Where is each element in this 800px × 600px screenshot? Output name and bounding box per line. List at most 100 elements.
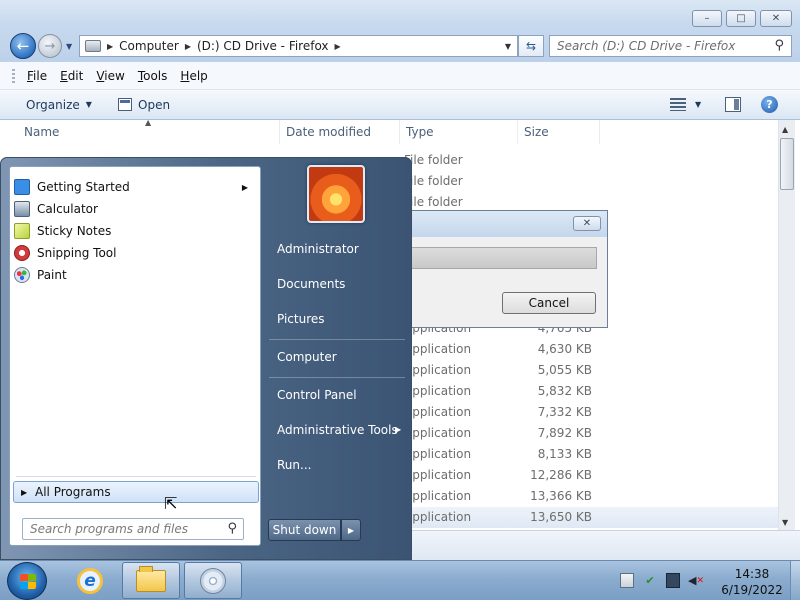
file-type: File folder xyxy=(404,174,463,188)
address-dropdown-icon[interactable]: ▼ xyxy=(505,42,511,51)
column-type[interactable]: Type xyxy=(400,120,518,144)
search-icon[interactable]: ⚲ xyxy=(227,521,237,536)
action-center-flag-icon[interactable] xyxy=(620,573,634,588)
start-button[interactable] xyxy=(7,562,47,600)
vertical-scrollbar[interactable]: ▲ ▼ xyxy=(778,120,795,530)
view-options-dropdown[interactable]: ▼ xyxy=(695,100,701,109)
chevron-down-icon: ▼ xyxy=(85,100,92,109)
taskbar-internet-explorer[interactable]: e xyxy=(61,562,119,599)
breadcrumb-chevron-icon[interactable]: ▶ xyxy=(185,42,191,51)
submenu-arrow-icon: ▶ xyxy=(241,182,248,192)
column-type-label: Type xyxy=(406,125,434,139)
start-item-run[interactable]: Run... xyxy=(277,458,311,472)
places-divider xyxy=(269,377,405,378)
shutdown-options-button[interactable]: ▶ xyxy=(341,519,361,541)
scroll-up-icon[interactable]: ▲ xyxy=(782,125,788,134)
menu-file[interactable]: File xyxy=(27,69,47,83)
menu-edit[interactable]: Edit xyxy=(60,69,83,83)
volume-muted-icon[interactable]: ◀ ✕ xyxy=(688,573,704,588)
file-type: Application xyxy=(404,384,472,398)
search-box[interactable]: ⚲ xyxy=(549,35,792,57)
start-item-pictures[interactable]: Pictures xyxy=(277,312,325,326)
menu-bar: File Edit View Tools Help xyxy=(0,62,800,90)
chevron-right-icon: ▶ xyxy=(347,525,355,535)
clock[interactable]: 14:38 6/19/2022 xyxy=(720,566,784,598)
menu-view[interactable]: View xyxy=(96,69,124,83)
start-item-administrator[interactable]: Administrator xyxy=(277,242,359,256)
program-label: Sticky Notes xyxy=(37,224,112,238)
sort-ascending-icon: ▲ xyxy=(145,118,152,127)
security-shield-icon[interactable]: ✔ xyxy=(643,573,657,588)
show-desktop-button[interactable] xyxy=(790,561,800,600)
organize-button[interactable]: Organize ▼ xyxy=(26,90,92,120)
menu-help[interactable]: Help xyxy=(180,69,207,83)
network-icon[interactable] xyxy=(666,573,680,588)
breadcrumb-chevron-icon[interactable]: ▶ xyxy=(107,42,113,51)
taskbar: e ✔ ◀ ✕ 14:38 6/19/2022 xyxy=(0,560,800,600)
progress-bar xyxy=(411,247,597,269)
cancel-button[interactable]: Cancel xyxy=(502,292,596,314)
program-item-snipping-tool[interactable]: Snipping Tool xyxy=(14,242,258,264)
back-button[interactable]: ← xyxy=(10,33,36,59)
program-item-calculator[interactable]: Calculator xyxy=(14,198,258,220)
start-item-administrative-tools[interactable]: Administrative Tools ▶ xyxy=(277,423,401,437)
change-view-icon[interactable] xyxy=(670,98,686,111)
open-label: Open xyxy=(138,97,171,112)
clock-date: 6/19/2022 xyxy=(721,583,783,597)
minimize-button[interactable]: – xyxy=(692,10,722,27)
user-avatar[interactable] xyxy=(307,165,365,223)
start-item-computer[interactable]: Computer xyxy=(277,350,337,364)
breadcrumb-chevron-icon[interactable]: ▶ xyxy=(335,42,341,51)
program-item-sticky-notes[interactable]: Sticky Notes xyxy=(14,220,258,242)
column-date-modified[interactable]: Date modified xyxy=(280,120,400,144)
program-item-paint[interactable]: Paint xyxy=(14,264,258,286)
column-headers: Name ▲ Date modified Type Size xyxy=(0,118,780,144)
search-input[interactable] xyxy=(557,39,767,53)
breadcrumb-cd-drive[interactable]: (D:) CD Drive - Firefox xyxy=(197,39,329,53)
window-controls: – □ ✕ xyxy=(688,10,792,27)
scrollbar-thumb[interactable] xyxy=(780,138,794,190)
preview-pane-icon[interactable] xyxy=(725,97,741,112)
menu-edit-label: dit xyxy=(67,68,84,83)
all-programs-label: All Programs xyxy=(35,485,111,499)
menu-view-label: iew xyxy=(104,68,125,83)
column-size[interactable]: Size xyxy=(518,120,600,144)
file-type: Application xyxy=(404,363,472,377)
all-programs-button[interactable]: ▶ All Programs xyxy=(13,481,259,503)
start-menu: Getting Started ▶ Calculator Sticky Note… xyxy=(0,157,412,560)
menu-tools[interactable]: Tools xyxy=(138,69,168,83)
forward-button[interactable]: → xyxy=(38,34,62,58)
open-icon xyxy=(118,98,132,111)
dialog-close-button[interactable]: ✕ xyxy=(573,216,601,231)
taskbar-dvd-player[interactable] xyxy=(184,562,242,599)
start-search-box[interactable]: ⚲ xyxy=(22,518,244,540)
file-type: Application xyxy=(404,447,472,461)
paint-icon xyxy=(14,267,30,283)
open-button[interactable]: Open xyxy=(118,90,170,120)
file-size: 5,832 KB xyxy=(537,384,592,398)
maximize-button[interactable]: □ xyxy=(726,10,756,27)
progress-bar-fill xyxy=(412,248,596,268)
refresh-icon: ⇆ xyxy=(525,39,537,53)
help-icon[interactable]: ? xyxy=(761,96,778,113)
internet-explorer-icon: e xyxy=(77,567,103,594)
scroll-down-icon[interactable]: ▼ xyxy=(782,518,788,527)
taskbar-windows-explorer[interactable] xyxy=(122,562,180,599)
file-size: 12,286 KB xyxy=(530,468,592,482)
recent-pages-dropdown[interactable]: ▼ xyxy=(66,42,72,51)
search-icon[interactable]: ⚲ xyxy=(774,38,784,53)
menubar-grip xyxy=(12,69,15,83)
back-arrow-icon: ← xyxy=(16,37,30,55)
start-item-documents[interactable]: Documents xyxy=(277,277,345,291)
breadcrumb-computer[interactable]: Computer xyxy=(119,39,179,53)
drive-icon xyxy=(85,40,101,52)
program-label: Snipping Tool xyxy=(37,246,117,260)
start-item-control-panel[interactable]: Control Panel xyxy=(277,388,357,402)
refresh-button[interactable]: ⇆ xyxy=(518,35,544,57)
address-bar[interactable]: ▶ Computer ▶ (D:) CD Drive - Firefox ▶ ▼ xyxy=(79,35,518,57)
shutdown-button[interactable]: Shut down xyxy=(268,519,341,541)
start-search-input[interactable] xyxy=(30,522,220,536)
triangle-right-icon: ▶ xyxy=(21,487,28,497)
program-item-getting-started[interactable]: Getting Started ▶ xyxy=(14,176,258,198)
close-button[interactable]: ✕ xyxy=(760,10,792,27)
